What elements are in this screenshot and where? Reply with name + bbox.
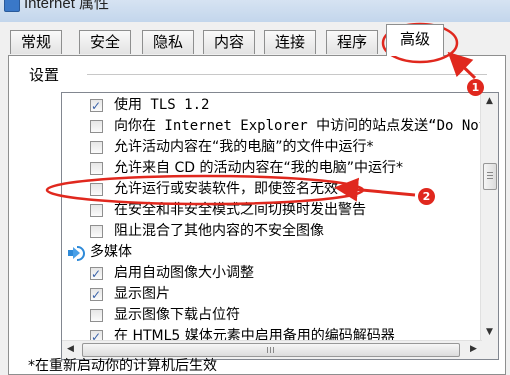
annotation-badge-2: 2: [418, 188, 435, 205]
setting-label: 允许来自 CD 的活动内容在“我的电脑”中运行*: [114, 160, 403, 176]
category-label: 多媒体: [90, 244, 132, 260]
setting-show-pictures[interactable]: 显示图片: [62, 284, 478, 306]
setting-allow-invalid-signature[interactable]: 允许运行或安装软件，即使签名无效: [62, 179, 478, 200]
setting-label: 允许活动内容在“我的电脑”的文件中运行*: [114, 139, 374, 155]
setting-label: 使用 TLS 1.2: [114, 97, 210, 113]
setting-label: 向你在 Internet Explorer 中访问的站点发送“Do Not Tr…: [114, 118, 498, 134]
setting-label: 阻止混合了其他内容的不安全图像: [114, 223, 324, 239]
settings-rows: 使用 TLS 1.2 向你在 Internet Explorer 中访问的站点发…: [62, 95, 498, 348]
tab-programs[interactable]: 程序: [326, 30, 378, 54]
multimedia-icon: [68, 245, 85, 261]
checkbox[interactable]: [90, 183, 103, 196]
tab-privacy[interactable]: 隐私: [142, 30, 194, 54]
setting-label: 启用自动图像大小调整: [114, 265, 254, 281]
annotation-badge-1: 1: [467, 79, 484, 96]
restart-footnote: *在重新启动你的计算机后生效: [28, 358, 217, 374]
tab-security[interactable]: 安全: [79, 30, 131, 54]
scroll-right-arrow-icon[interactable]: ▶: [465, 341, 482, 358]
setting-label: 显示图像下载占位符: [114, 307, 240, 323]
tab-general[interactable]: 常规: [10, 30, 62, 54]
checkbox[interactable]: [90, 285, 103, 306]
setting-use-tls12[interactable]: 使用 TLS 1.2: [62, 95, 478, 117]
setting-active-content-files[interactable]: 允许活动内容在“我的电脑”的文件中运行*: [62, 137, 478, 158]
tab-strip: 常规 安全 隐私 内容 连接 程序 高级: [8, 22, 508, 56]
checkbox[interactable]: [90, 96, 103, 117]
checkbox[interactable]: [90, 204, 103, 217]
setting-block-mixed-images[interactable]: 阻止混合了其他内容的不安全图像: [62, 221, 478, 242]
checkbox[interactable]: [90, 309, 103, 322]
setting-do-not-track[interactable]: 向你在 Internet Explorer 中访问的站点发送“Do Not Tr…: [62, 116, 498, 137]
setting-label: 在安全和非安全模式之间切换时发出警告: [114, 202, 366, 218]
settings-group-label: 设置: [29, 66, 60, 84]
category-multimedia: 多媒体: [62, 242, 478, 263]
checkbox[interactable]: [90, 141, 103, 154]
setting-warn-secure-switch[interactable]: 在安全和非安全模式之间切换时发出警告: [62, 200, 478, 221]
tab-advanced[interactable]: 高级: [386, 24, 444, 56]
window-title: Internet 属性: [24, 0, 110, 12]
settings-group-divider: [87, 74, 487, 75]
checkbox[interactable]: [90, 120, 103, 133]
scroll-up-arrow-icon[interactable]: ▲: [481, 93, 498, 110]
setting-image-placeholders[interactable]: 显示图像下载占位符: [62, 305, 478, 326]
scrollbar-corner: [481, 341, 498, 359]
setting-label: 显示图片: [114, 286, 170, 302]
vertical-scrollbar[interactable]: ▲ ▼: [480, 93, 498, 341]
settings-list[interactable]: 使用 TLS 1.2 向你在 Internet Explorer 中访问的站点发…: [61, 92, 499, 360]
advanced-panel: 设置 使用 TLS 1.2 向你在 Internet Explorer 中访问的…: [8, 55, 506, 375]
internet-options-icon: [4, 0, 20, 12]
setting-label: 允许运行或安装软件，即使签名无效: [114, 181, 338, 197]
tab-content[interactable]: 内容: [203, 30, 255, 54]
checkbox[interactable]: [90, 225, 103, 238]
tab-connections[interactable]: 连接: [264, 30, 316, 54]
title-bar: Internet 属性: [0, 0, 510, 22]
checkbox[interactable]: [90, 162, 103, 175]
vertical-scroll-thumb[interactable]: [483, 163, 497, 190]
scroll-down-arrow-icon[interactable]: ▼: [481, 324, 498, 341]
checkbox[interactable]: [90, 264, 103, 285]
setting-active-content-cd[interactable]: 允许来自 CD 的活动内容在“我的电脑”中运行*: [62, 158, 478, 179]
setting-auto-image-resize[interactable]: 启用自动图像大小调整: [62, 263, 478, 285]
